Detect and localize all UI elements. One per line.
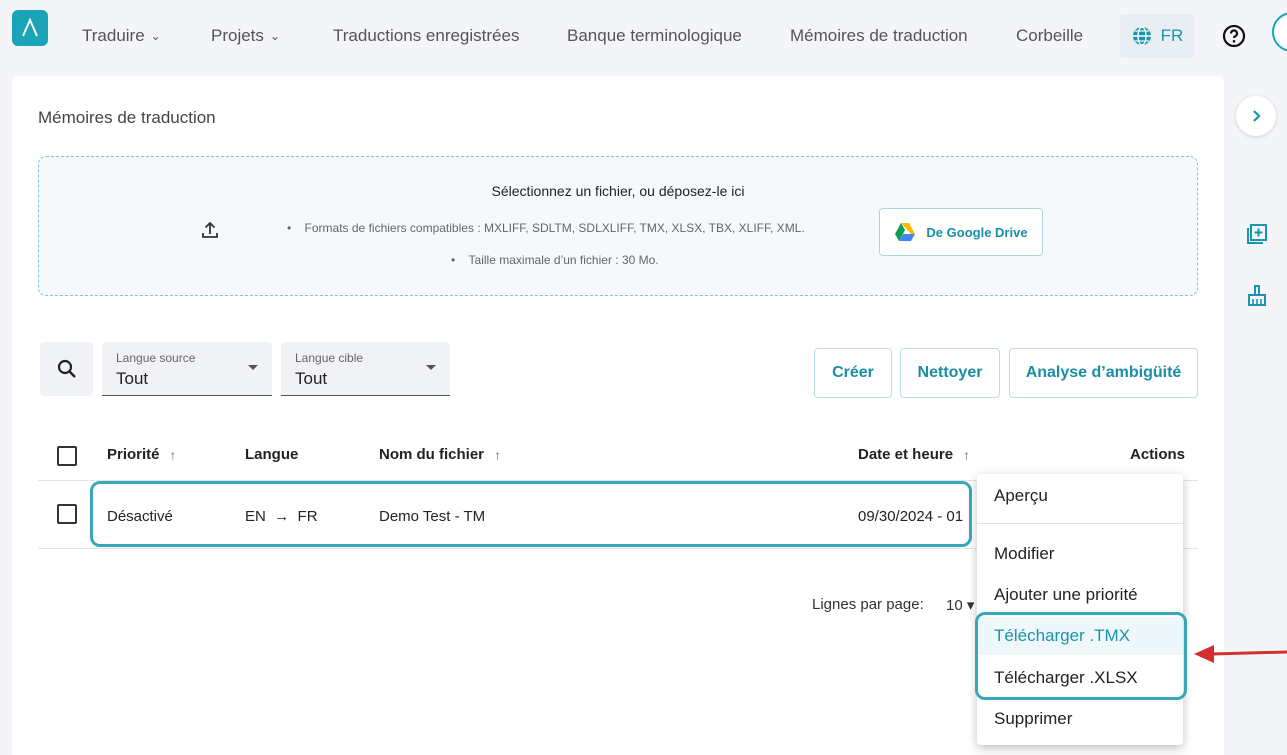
- expand-panel-button[interactable]: [1236, 96, 1276, 136]
- rows-per-page-value: 10: [946, 597, 963, 614]
- select-all-checkbox[interactable]: [57, 446, 77, 466]
- search-button[interactable]: [40, 342, 93, 396]
- row-actions-menu: Aperçu Modifier Ajouter une priorité Tél…: [977, 474, 1183, 745]
- broom-icon[interactable]: [1245, 284, 1269, 308]
- header-datetime[interactable]: Date et heure ↑: [858, 446, 970, 463]
- annotation-arrow-icon: [1194, 645, 1287, 663]
- google-drive-icon: [895, 223, 916, 241]
- file-dropzone[interactable]: Sélectionnez un fichier, ou déposez-le i…: [38, 156, 1198, 296]
- nav-translation-memories[interactable]: Mémoires de traduction: [790, 26, 968, 46]
- chevron-right-icon: [1253, 110, 1261, 122]
- row-checkbox[interactable]: [57, 504, 77, 524]
- nav-term-bank[interactable]: Banque terminologique: [567, 26, 742, 46]
- app-logo[interactable]: [12, 10, 48, 46]
- avatar[interactable]: [1272, 12, 1287, 52]
- target-language-select[interactable]: Langue cible Tout: [281, 342, 450, 396]
- sort-up-icon: ↑: [494, 446, 502, 463]
- dropzone-title: Sélectionnez un fichier, ou déposez-le i…: [491, 183, 745, 199]
- globe-icon: [1132, 26, 1151, 46]
- header-priority[interactable]: Priorité ↑: [107, 446, 177, 463]
- sort-up-icon: ↑: [963, 446, 971, 463]
- language-code: FR: [1160, 26, 1184, 45]
- download-highlight-annotation: [975, 612, 1187, 700]
- rows-per-page-label: Lignes par page:: [812, 596, 924, 613]
- search-icon: [57, 359, 76, 378]
- source-language-label: Langue source: [116, 351, 196, 365]
- help-icon[interactable]: [1222, 24, 1246, 48]
- header-language: Langue: [245, 446, 299, 463]
- dropzone-max-size: • Taille maximale d’un fichier : 30 Mo.: [451, 253, 659, 267]
- nav-traduire[interactable]: Traduire ⌄: [82, 26, 161, 46]
- chevron-down-icon: ⌄: [269, 29, 280, 43]
- nav-projets[interactable]: Projets ⌄: [211, 26, 280, 46]
- source-language-select[interactable]: Langue source Tout: [102, 342, 272, 396]
- source-language-value: Tout: [116, 369, 149, 388]
- clean-button[interactable]: Nettoyer: [900, 348, 1000, 398]
- header-actions: Actions: [1130, 446, 1186, 463]
- google-drive-button[interactable]: De Google Drive: [879, 208, 1043, 256]
- formats-text: Formats de fichiers compatibles : MXLIFF…: [304, 221, 805, 235]
- dropzone-formats: • Formats de fichiers compatibles : MXLI…: [287, 221, 805, 235]
- top-navigation-bar: Traduire ⌄ Projets ⌄ Traductions enregis…: [0, 0, 1287, 74]
- header-priority-label: Priorité: [107, 446, 160, 463]
- menu-item-preview[interactable]: Aperçu: [977, 477, 1183, 515]
- rows-per-page-select[interactable]: 10 ▾: [946, 596, 974, 614]
- chevron-down-icon: ⌄: [150, 29, 161, 43]
- max-size-text: Taille maximale d’un fichier : 30 Mo.: [468, 253, 659, 267]
- header-filename[interactable]: Nom du fichier ↑: [379, 446, 501, 463]
- google-drive-label: De Google Drive: [926, 224, 1028, 240]
- header-datetime-label: Date et heure: [858, 446, 954, 463]
- caret-down-icon: [426, 365, 436, 370]
- ambiguity-analysis-button[interactable]: Analyse d’ambigüité: [1009, 348, 1198, 398]
- target-language-value: Tout: [295, 369, 328, 388]
- menu-item-delete[interactable]: Supprimer: [977, 700, 1183, 738]
- menu-item-add-priority[interactable]: Ajouter une priorité: [977, 576, 1183, 614]
- nav-saved-translations[interactable]: Traductions enregistrées: [333, 26, 519, 46]
- sort-up-icon: ↑: [169, 446, 177, 463]
- menu-divider: [977, 523, 1183, 524]
- nav-projets-label: Projets: [211, 26, 264, 45]
- nav-trash[interactable]: Corbeille: [1016, 26, 1083, 46]
- nav-traduire-label: Traduire: [82, 26, 145, 45]
- upload-icon: [202, 221, 218, 238]
- header-filename-label: Nom du fichier: [379, 446, 485, 463]
- caret-down-icon: [248, 365, 258, 370]
- menu-item-edit[interactable]: Modifier: [977, 535, 1183, 573]
- create-button[interactable]: Créer: [814, 348, 892, 398]
- page-title: Mémoires de traduction: [38, 108, 216, 127]
- target-language-label: Langue cible: [295, 351, 364, 365]
- row-highlight-annotation: [90, 481, 972, 547]
- language-switcher[interactable]: FR: [1120, 14, 1194, 58]
- add-box-icon[interactable]: [1245, 222, 1269, 246]
